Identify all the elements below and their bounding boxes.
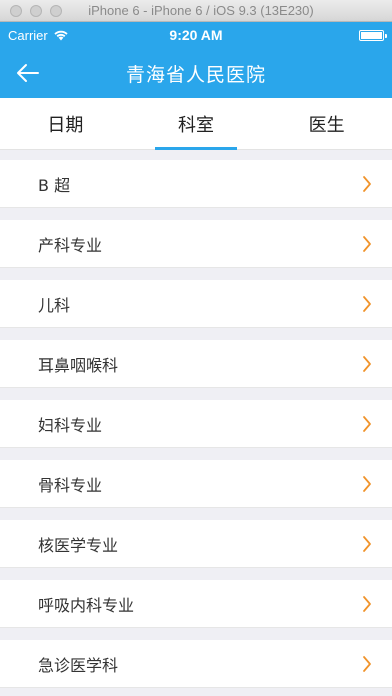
department-row[interactable]: 核医学专业	[0, 520, 392, 568]
tab-date[interactable]: 日期	[0, 98, 131, 149]
department-row[interactable]: B 超	[0, 160, 392, 208]
page-title: 青海省人民医院	[125, 63, 266, 86]
chevron-right-icon	[362, 595, 372, 613]
department-label: 耳鼻咽喉科	[38, 355, 119, 375]
chevron-right-icon	[362, 295, 372, 313]
department-label: 妇科专业	[38, 415, 103, 435]
tab-doctor[interactable]: 医生	[261, 98, 392, 149]
department-row[interactable]: 急诊医学科	[0, 640, 392, 688]
carrier-info: Carrier	[8, 28, 69, 43]
back-button[interactable]	[16, 60, 50, 86]
tab-label: 日期	[47, 114, 84, 136]
department-row[interactable]: 产科专业	[0, 220, 392, 268]
chevron-right-icon	[362, 175, 372, 193]
tab-label: 医生	[308, 114, 345, 136]
battery-level	[361, 31, 382, 39]
zoom-window-button[interactable]	[50, 4, 62, 17]
department-label: 儿科	[38, 295, 71, 315]
simulator-titlebar: iPhone 6 - iPhone 6 / iOS 9.3 (13E230)	[0, 0, 392, 22]
department-row[interactable]: 耳鼻咽喉科	[0, 340, 392, 388]
tab-bar: 日期 科室 医生	[0, 98, 392, 150]
tab-label: 科室	[178, 114, 214, 136]
arrow-left-icon	[17, 64, 39, 82]
ios-status-bar: Carrier 9:20 AM	[0, 22, 392, 48]
minimize-window-button[interactable]	[30, 4, 42, 17]
chevron-right-icon	[362, 355, 372, 373]
tab-department[interactable]: 科室	[131, 98, 262, 149]
chevron-right-icon	[362, 415, 372, 433]
department-label: 呼吸内科专业	[38, 595, 135, 615]
department-label: B 超	[38, 175, 71, 195]
department-row[interactable]: 儿科	[0, 280, 392, 328]
department-row[interactable]: 妇科专业	[0, 400, 392, 448]
simulator-title: iPhone 6 - iPhone 6 / iOS 9.3 (13E230)	[88, 3, 314, 18]
close-window-button[interactable]	[10, 4, 22, 17]
battery-icon	[359, 29, 387, 41]
carrier-label: Carrier	[8, 27, 48, 43]
chevron-right-icon	[362, 535, 372, 553]
department-label: 产科专业	[38, 235, 103, 255]
chevron-right-icon	[362, 235, 372, 253]
navigation-bar: 青海省人民医院	[0, 48, 392, 98]
chevron-right-icon	[362, 475, 372, 493]
wifi-icon	[54, 30, 68, 41]
department-label: 核医学专业	[38, 535, 119, 555]
department-list: B 超产科专业儿科耳鼻咽喉科妇科专业骨科专业核医学专业呼吸内科专业 急诊医学科	[0, 150, 392, 688]
department-row[interactable]: 骨科专业	[0, 460, 392, 508]
department-label: 急诊医学科	[38, 655, 119, 675]
chevron-right-icon	[362, 655, 372, 673]
department-row[interactable]: 呼吸内科专业	[0, 580, 392, 628]
department-label: 骨科专业	[38, 475, 103, 495]
simulator-window: iPhone 6 - iPhone 6 / iOS 9.3 (13E230) C…	[0, 0, 392, 696]
window-controls	[0, 4, 74, 17]
